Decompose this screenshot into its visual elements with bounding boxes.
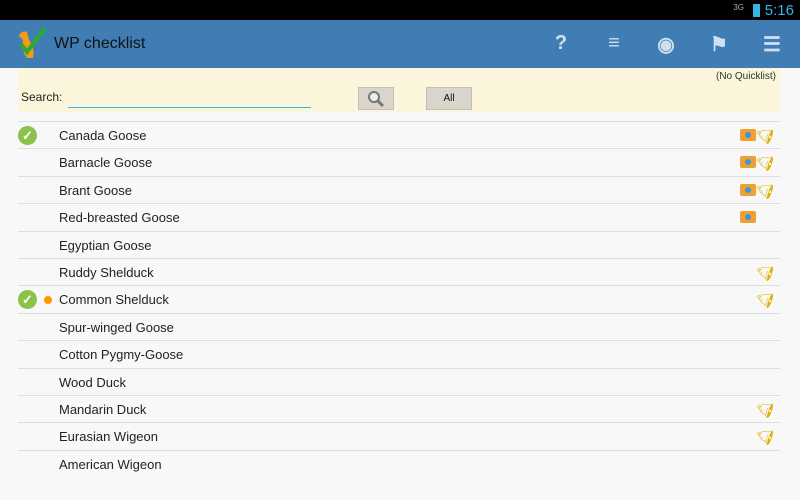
signal-label: 3G [733, 3, 744, 12]
list-item[interactable]: ✓ Common Shelduck 🔔︎ [18, 285, 780, 312]
list-item[interactable]: Eurasian Wigeon 🔔︎ [18, 422, 780, 449]
sound-bell-icon[interactable]: 🔔︎ [753, 260, 776, 284]
list-item[interactable]: Barnacle Goose 🔔︎ [18, 148, 780, 175]
bird-name: Brant Goose [59, 182, 132, 198]
sound-bell-icon[interactable]: 🔔︎ [753, 424, 776, 449]
list-item[interactable]: Brant Goose 🔔︎ [18, 175, 780, 203]
list-item[interactable]: Spur-winged Goose [18, 312, 780, 340]
eye-icon[interactable]: ◉ [652, 32, 680, 56]
bird-name: Mandarin Duck [59, 401, 147, 417]
search-panel: (No Quicklist) Search: All [18, 68, 780, 112]
list-item[interactable]: Ruddy Shelduck 🔔︎ [18, 257, 780, 285]
search-button[interactable] [358, 87, 394, 110]
list-item[interactable]: Mandarin Duck 🔔︎ [18, 394, 780, 422]
quicklist-label: (No Quicklist) [715, 71, 776, 82]
action-bar: WP checklist ? ≡ ◉ ⚑ ☰ [0, 20, 800, 68]
bird-name: Egyptian Goose [59, 237, 152, 253]
photo-icon[interactable] [740, 211, 756, 224]
sound-bell-icon[interactable]: 🔔︎ [753, 178, 776, 202]
checked-icon[interactable]: ✓ [18, 290, 37, 310]
bird-name: Common Shelduck [59, 292, 169, 308]
list-item[interactable]: Egyptian Goose [18, 230, 780, 258]
clock: 5:16 [764, 2, 794, 19]
checked-icon[interactable]: ✓ [18, 126, 37, 145]
help-icon[interactable]: ? [547, 32, 575, 56]
sound-bell-icon[interactable]: 🔔︎ [753, 397, 776, 421]
list-item[interactable]: Red-breasted Goose [18, 203, 780, 230]
bird-name: Spur-winged Goose [59, 319, 174, 335]
list-item[interactable]: ✓ Canada Goose 🔔︎ [18, 121, 780, 148]
sound-bell-icon[interactable]: 🔔︎ [753, 123, 776, 147]
status-bar: 3G 5:16 [0, 0, 800, 20]
bird-name: Wood Duck [59, 374, 126, 390]
observer-flag-icon[interactable]: ⚑ [705, 32, 733, 56]
bird-name: Ruddy Shelduck [59, 264, 154, 280]
bird-name: Cotton Pygmy-Goose [59, 347, 184, 363]
sound-bell-icon[interactable]: 🔔︎ [753, 287, 776, 312]
search-label: Search: [21, 90, 63, 104]
bird-list[interactable]: ✓ Canada Goose 🔔︎ Barnacle Goose 🔔︎ Brant Goo… [18, 121, 780, 477]
sort-icon[interactable]: ≡ [600, 32, 628, 56]
bird-name: Barnacle Goose [59, 155, 153, 171]
app-title: WP checklist [54, 35, 146, 52]
list-item[interactable]: American Wigeon [18, 449, 780, 477]
list-item[interactable]: Cotton Pygmy-Goose [18, 340, 780, 367]
orange-dot-icon [44, 296, 52, 305]
bird-name: Red-breasted Goose [59, 210, 180, 226]
bird-name: Canada Goose [59, 128, 147, 143]
sound-bell-icon[interactable]: 🔔︎ [753, 150, 776, 175]
battery-icon [753, 4, 760, 17]
bird-name: American Wigeon [59, 456, 162, 472]
bird-name: Eurasian Wigeon [59, 429, 158, 445]
account-menu-icon[interactable]: ☰ [758, 32, 786, 56]
list-item[interactable]: Wood Duck [18, 367, 780, 395]
all-button[interactable]: All [426, 87, 472, 110]
search-input[interactable] [68, 86, 311, 108]
search-icon [368, 91, 385, 108]
app-logo-icon [19, 26, 47, 58]
